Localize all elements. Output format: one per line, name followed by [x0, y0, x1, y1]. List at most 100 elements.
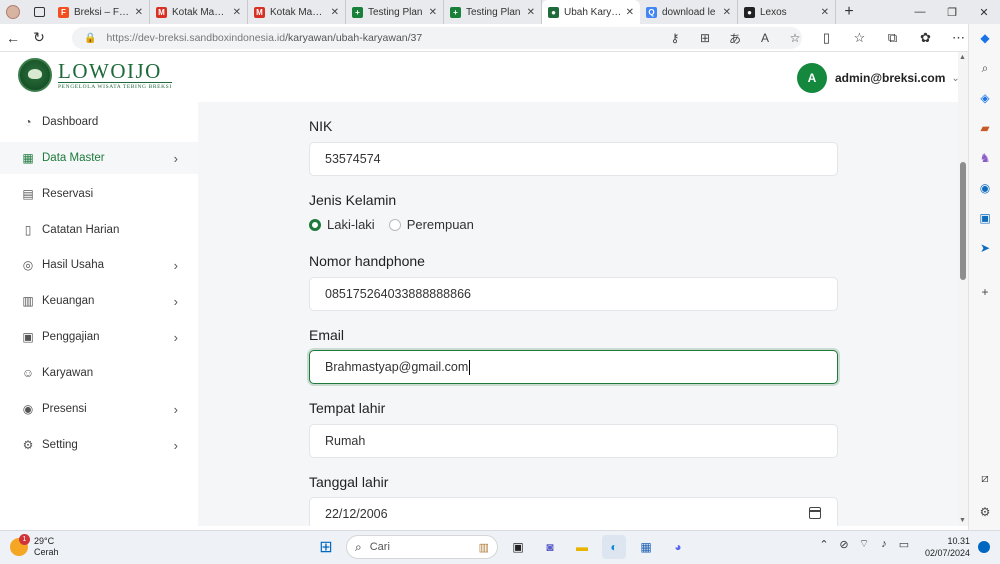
start-button-icon[interactable]: ⊞	[314, 535, 338, 559]
taskbar-search[interactable]: ⌕ Cari ▥	[346, 535, 498, 559]
tab-favicon-icon: F	[58, 6, 69, 18]
birthdate-value: 22/12/2006	[325, 507, 388, 521]
browser-tab[interactable]: ● Ubah Karyawan ✕	[542, 0, 640, 24]
store-icon[interactable]: ▦	[634, 535, 658, 559]
user-menu[interactable]: A admin@breksi.com ⌄	[797, 63, 958, 93]
apps-icon[interactable]: ⊞	[690, 31, 720, 45]
maximize-button[interactable]: ❐	[936, 0, 968, 24]
add-app-icon[interactable]: +	[977, 284, 993, 300]
scroll-down-icon[interactable]: ▼	[959, 517, 966, 524]
close-tab-icon[interactable]: ✕	[626, 7, 634, 18]
radio-female[interactable]	[388, 218, 401, 231]
sidebar-item-catatan-harian[interactable]: ▯ Catatan Harian	[0, 214, 198, 246]
close-tab-icon[interactable]: ✕	[723, 7, 731, 18]
sidebar-item-dashboard[interactable]: ◔ Dashboard	[0, 106, 198, 138]
page-scrollbar[interactable]: ▲ ▼	[958, 52, 968, 526]
sidebar-item-penggajian[interactable]: ▣ Penggajian ›	[0, 321, 198, 353]
collections-icon[interactable]: ⧉	[876, 30, 909, 46]
sidebar-item-setting[interactable]: ⚙ Setting ›	[0, 429, 198, 461]
extensions-icon[interactable]: ✿	[909, 30, 942, 46]
edge-browser-icon[interactable]: ◐	[602, 535, 626, 559]
scrollbar-thumb[interactable]	[960, 162, 966, 280]
birthplace-field[interactable]: Rumah	[309, 424, 838, 458]
close-tab-icon[interactable]: ✕	[331, 7, 339, 18]
split-screen-icon[interactable]: ▯	[810, 30, 843, 46]
tray-expand-icon[interactable]: ⌃	[814, 538, 834, 551]
close-tab-icon[interactable]: ✕	[429, 7, 437, 18]
sidebar-item-reservasi[interactable]: ▤ Reservasi	[0, 178, 198, 210]
wifi-icon[interactable]: ⌔	[854, 537, 874, 551]
battery-icon[interactable]: ▭	[894, 538, 914, 551]
weather-widget[interactable]: 1 29°C Cerah	[10, 534, 59, 558]
profile-button[interactable]	[0, 0, 26, 24]
browser-tab[interactable]: F Breksi – Figma ✕	[52, 0, 150, 24]
browser-tab[interactable]: M Kotak Masuk ✕	[248, 0, 346, 24]
browser-tab[interactable]: + Testing Plan ✕	[444, 0, 542, 24]
sidebar-item-hasil-usaha[interactable]: ◎ Hasil Usaha ›	[0, 249, 198, 281]
sidebar-item-presensi[interactable]: ◉ Presensi ›	[0, 393, 198, 425]
url-host: https://dev-breksi.sandboxindonesia.id	[106, 32, 286, 44]
chat-icon[interactable]: ◙	[538, 535, 562, 559]
favorite-star-icon[interactable]: ☆	[780, 31, 810, 45]
favorites-icon[interactable]: ☆	[843, 30, 876, 46]
app-logo[interactable]: LOWOIJO PENGELOLA WISATA TEBING BREKSI	[18, 58, 172, 92]
tab-title: Breksi – Figma	[74, 6, 131, 18]
discord-icon[interactable]: ◕	[666, 535, 690, 559]
shopping-icon[interactable]: ◈	[977, 90, 993, 106]
close-tab-icon[interactable]: ✕	[821, 7, 829, 18]
back-button[interactable]: ←	[0, 25, 26, 51]
tab-actions-button[interactable]	[26, 0, 52, 24]
birthdate-field[interactable]: 22/12/2006	[309, 497, 838, 526]
send-icon[interactable]: ➤	[977, 240, 993, 256]
notification-icon[interactable]	[978, 541, 990, 553]
outlook-icon[interactable]: ▣	[977, 210, 993, 226]
close-tab-icon[interactable]: ✕	[527, 7, 535, 18]
translate-icon[interactable]: あ	[720, 30, 750, 47]
temperature: 29°C	[34, 536, 55, 546]
refresh-button[interactable]: ↻	[26, 25, 52, 51]
browser-tab[interactable]: + Testing Plan ✕	[346, 0, 444, 24]
expand-sidebar-icon[interactable]: ⧄	[977, 470, 993, 486]
tab-favicon-icon: M	[254, 6, 265, 18]
new-tab-button[interactable]: +	[836, 3, 862, 21]
nik-field[interactable]: 53574574	[309, 142, 838, 176]
browser-toolbar-icons: ▯ ☆ ⧉ ✿ ⋯	[810, 24, 975, 52]
close-window-button[interactable]: ✕	[968, 0, 1000, 24]
volume-icon[interactable]: ♪	[874, 538, 894, 550]
tools-icon[interactable]: ▰	[977, 120, 993, 136]
weather-condition: Cerah	[34, 547, 59, 557]
sidebar-item-karyawan[interactable]: ☺ Karyawan	[0, 357, 198, 389]
email-field[interactable]: Brahmastyap@gmail.com	[309, 350, 838, 384]
network-off-icon[interactable]: ⊘	[834, 538, 854, 551]
url-path: /karyawan/ubah-karyawan/37	[285, 32, 423, 44]
games-icon[interactable]: ♞	[977, 150, 993, 166]
key-icon[interactable]: ⚷	[660, 31, 690, 45]
sidebar-item-data-master[interactable]: ▦ Data Master ›	[0, 142, 198, 174]
scroll-up-icon[interactable]: ▲	[959, 54, 966, 61]
radio-male[interactable]	[309, 218, 321, 231]
phone-field[interactable]: 085175264033888888866	[309, 277, 838, 311]
gender-option-female[interactable]: Perempuan	[388, 217, 474, 232]
browser-tab[interactable]: M Kotak Masuk ✕	[150, 0, 248, 24]
minimize-button[interactable]: —	[904, 0, 936, 24]
sidebar-item-keuangan[interactable]: ▥ Keuangan ›	[0, 285, 198, 317]
gender-option-male[interactable]: Laki-laki	[309, 217, 375, 232]
dashboard-icon: ◔	[24, 115, 32, 129]
tab-favicon-icon: ●	[548, 6, 559, 18]
calendar-icon[interactable]	[809, 507, 821, 519]
sidebar-item-label: Presensi	[42, 403, 87, 415]
tab-favicon-icon: ●	[744, 6, 755, 18]
browser-tab[interactable]: Qdownload le ✕	[640, 0, 738, 24]
sidebar-settings-icon[interactable]: ⚙	[977, 504, 993, 520]
read-aloud-icon[interactable]: A	[750, 31, 780, 45]
close-tab-icon[interactable]: ✕	[233, 7, 241, 18]
people-icon: ☺	[21, 366, 35, 380]
browser-tab[interactable]: ● Lexos ✕	[738, 0, 836, 24]
copilot-icon[interactable]: ◆	[977, 30, 993, 46]
search-icon[interactable]: ⌕	[977, 60, 993, 76]
clock[interactable]: 10.31 02/07/2024	[920, 535, 970, 559]
microsoft365-icon[interactable]: ◉	[977, 180, 993, 196]
task-view-icon[interactable]: ▣	[506, 535, 530, 559]
file-explorer-icon[interactable]: ▬	[570, 535, 594, 559]
close-tab-icon[interactable]: ✕	[135, 7, 143, 18]
